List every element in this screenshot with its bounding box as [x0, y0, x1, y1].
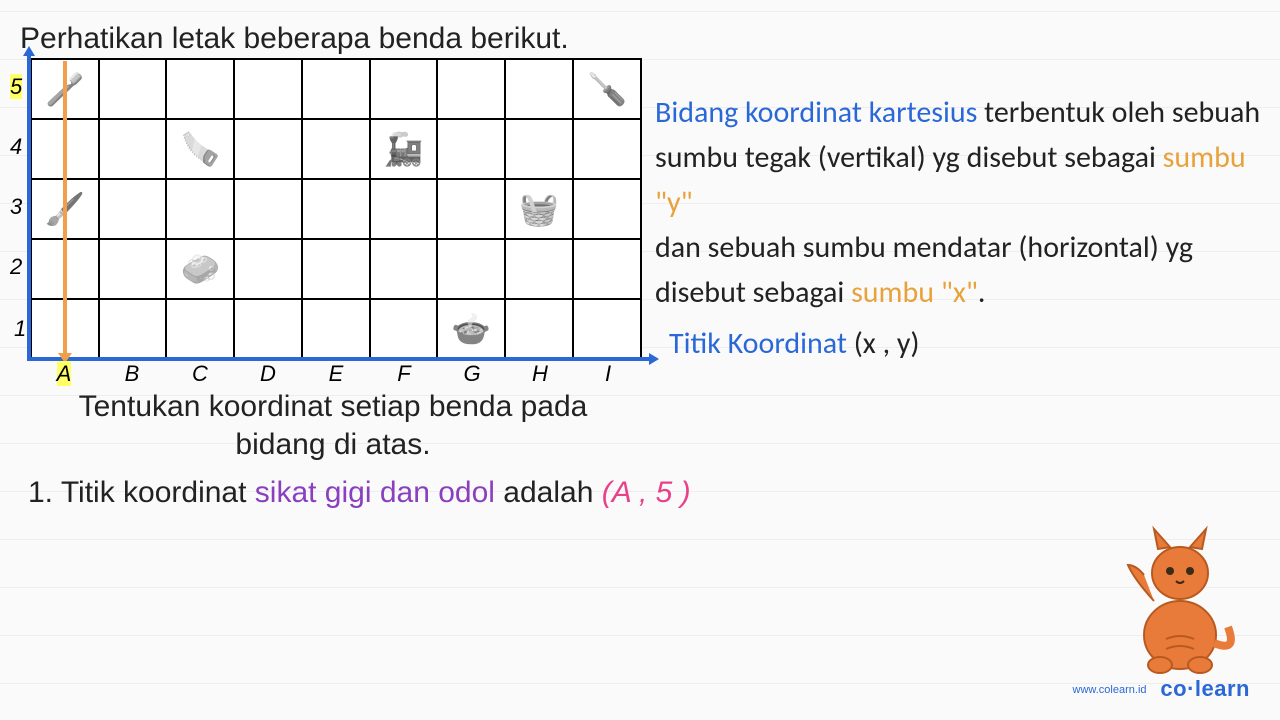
- cell-F5: [370, 59, 438, 119]
- y-axis: [27, 56, 31, 361]
- cell-D5: [234, 59, 302, 119]
- xlabel-I: I: [574, 361, 642, 387]
- grid-row-4: 🪚 🚂: [31, 119, 641, 179]
- cell-G2: [437, 239, 505, 299]
- term-kartesius: Bidang koordinat kartesius: [655, 94, 977, 131]
- term-titik-koordinat: Titik Koordinat: [669, 325, 847, 362]
- screwdriver-icon: 🪛: [587, 70, 627, 108]
- footer-brand: www.colearn.id co·learn: [1073, 676, 1250, 702]
- term-sumbu-x: sumbu "x": [851, 274, 978, 311]
- soap-icon: 🧼: [180, 250, 220, 288]
- xlabel-F: F: [370, 361, 438, 387]
- ylabel-2: 2: [10, 254, 22, 280]
- cell-H3: 🧺: [505, 179, 573, 239]
- cell-H2: [505, 239, 573, 299]
- xlabel-G: G: [438, 361, 506, 387]
- cell-F4: 🚂: [370, 119, 438, 179]
- footer-url: www.colearn.id: [1073, 684, 1147, 696]
- ylabel-3: 3: [10, 194, 22, 220]
- cell-D1: [234, 299, 302, 359]
- grid-row-1: 🍲: [31, 299, 641, 359]
- cell-G4: [437, 119, 505, 179]
- coordinate-grid: 🪥 🪛 🪚 🚂 🖌: [30, 58, 642, 358]
- cell-D4: [234, 119, 302, 179]
- cell-I1: [573, 299, 641, 359]
- answer-pre: Titik koordinat: [61, 476, 255, 509]
- saw-icon: 🪚: [180, 130, 220, 168]
- xlabel-E: E: [302, 361, 370, 387]
- cell-C1: [166, 299, 234, 359]
- cell-E2: [302, 239, 370, 299]
- cell-I2: [573, 239, 641, 299]
- cell-E3: [302, 179, 370, 239]
- cell-C5: [166, 59, 234, 119]
- cell-E5: [302, 59, 370, 119]
- xlabel-C: C: [166, 361, 234, 387]
- explain-text-2c: .: [978, 274, 986, 311]
- answer-value: (A , 5 ): [602, 476, 691, 509]
- cell-G5: [437, 59, 505, 119]
- cell-C4: 🪚: [166, 119, 234, 179]
- brand-logo-text: co·learn: [1160, 676, 1250, 701]
- answer-mid: adalah: [495, 476, 602, 509]
- answer-item: sikat gigi dan odol: [255, 476, 495, 509]
- question-prompt: Tentukan koordinat setiap benda pada bid…: [38, 388, 628, 463]
- cell-F1: [370, 299, 438, 359]
- cell-F2: [370, 239, 438, 299]
- answer-line-1: 1. Titik koordinat sikat gigi dan odol a…: [28, 476, 691, 510]
- cell-C3: [166, 179, 234, 239]
- cell-B3: [99, 179, 167, 239]
- xlabel-A: A: [30, 361, 98, 387]
- cell-E4: [302, 119, 370, 179]
- pot-icon: 🍲: [451, 310, 491, 348]
- xlabel-D: D: [234, 361, 302, 387]
- page-title: Perhatikan letak beberapa benda berikut.: [20, 22, 569, 56]
- xlabel-H: H: [506, 361, 574, 387]
- train-icon: 🚂: [384, 130, 424, 168]
- cell-C2: 🧼: [166, 239, 234, 299]
- cell-H4: [505, 119, 573, 179]
- cell-B2: [99, 239, 167, 299]
- ylabel-4: 4: [10, 134, 22, 160]
- cell-E1: [302, 299, 370, 359]
- grid-row-3: 🖌️ 🧺: [31, 179, 641, 239]
- highlight-column-arrow: [63, 61, 67, 355]
- cell-G1: 🍲: [437, 299, 505, 359]
- xlabel-B: B: [98, 361, 166, 387]
- answer-number: 1.: [28, 476, 61, 509]
- cell-B1: [99, 299, 167, 359]
- cell-B5: [99, 59, 167, 119]
- cell-D2: [234, 239, 302, 299]
- grid-row-2: 🧼: [31, 239, 641, 299]
- ylabel-5: 5: [10, 74, 22, 100]
- cell-D3: [234, 179, 302, 239]
- cell-I4: [573, 119, 641, 179]
- cell-I5: 🪛: [573, 59, 641, 119]
- cell-I3: [573, 179, 641, 239]
- cell-H1: [505, 299, 573, 359]
- explanation-block: Bidang koordinat kartesius terbentuk ole…: [655, 90, 1270, 366]
- mascot-cat-icon: [1110, 515, 1250, 675]
- cell-H5: [505, 59, 573, 119]
- cell-F3: [370, 179, 438, 239]
- cell-B4: [99, 119, 167, 179]
- cell-G3: [437, 179, 505, 239]
- grid-table: 🪥 🪛 🪚 🚂 🖌: [30, 58, 642, 360]
- coord-format: (x , y): [847, 325, 920, 362]
- grid-row-5: 🪥 🪛: [31, 59, 641, 119]
- ylabel-1: 1: [14, 316, 26, 342]
- towel-icon: 🧺: [519, 190, 559, 228]
